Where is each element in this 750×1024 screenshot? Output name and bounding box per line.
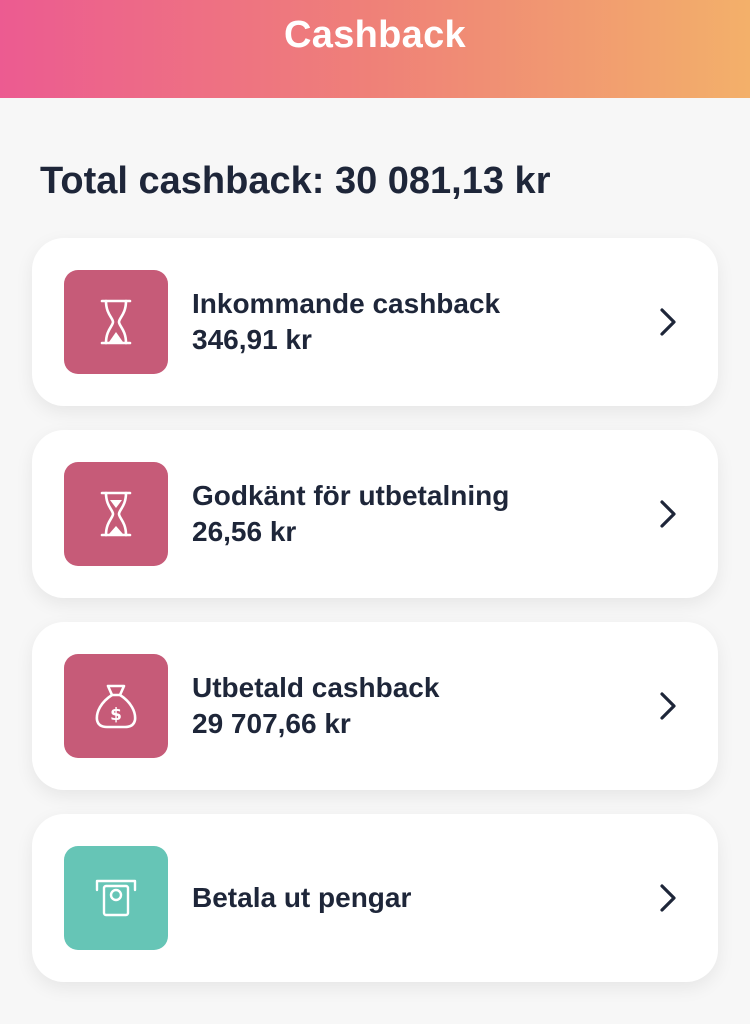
svg-text:$: $ [110, 705, 122, 725]
page-title: Cashback [284, 14, 466, 56]
chevron-right-icon [660, 692, 676, 720]
card-label: Betala ut pengar [192, 882, 412, 913]
approved-payout-card[interactable]: Godkänt för utbetalning 26,56 kr [32, 430, 718, 598]
atm-withdraw-icon [64, 846, 168, 950]
hourglass-icon [64, 270, 168, 374]
hourglass-icon [64, 462, 168, 566]
card-label: Utbetald cashback [192, 672, 440, 703]
incoming-cashback-card[interactable]: Inkommande cashback 346,91 kr [32, 238, 718, 406]
chevron-right-icon [660, 308, 676, 336]
card-label: Godkänt för utbetalning [192, 480, 510, 511]
card-amount: 346,91 kr [192, 324, 312, 355]
total-cashback: Total cashback: 30 081,13 kr [40, 160, 551, 202]
paid-cashback-card[interactable]: $ Utbetald cashback 29 707,66 kr [32, 622, 718, 790]
app-header: Cashback [0, 0, 750, 98]
chevron-right-icon [660, 500, 676, 528]
chevron-right-icon [660, 884, 676, 912]
card-amount: 26,56 kr [192, 516, 297, 547]
card-label: Inkommande cashback [192, 288, 501, 319]
money-bag-icon: $ [64, 654, 168, 758]
withdraw-money-card[interactable]: Betala ut pengar [32, 814, 718, 982]
card-amount: 29 707,66 kr [192, 708, 351, 739]
